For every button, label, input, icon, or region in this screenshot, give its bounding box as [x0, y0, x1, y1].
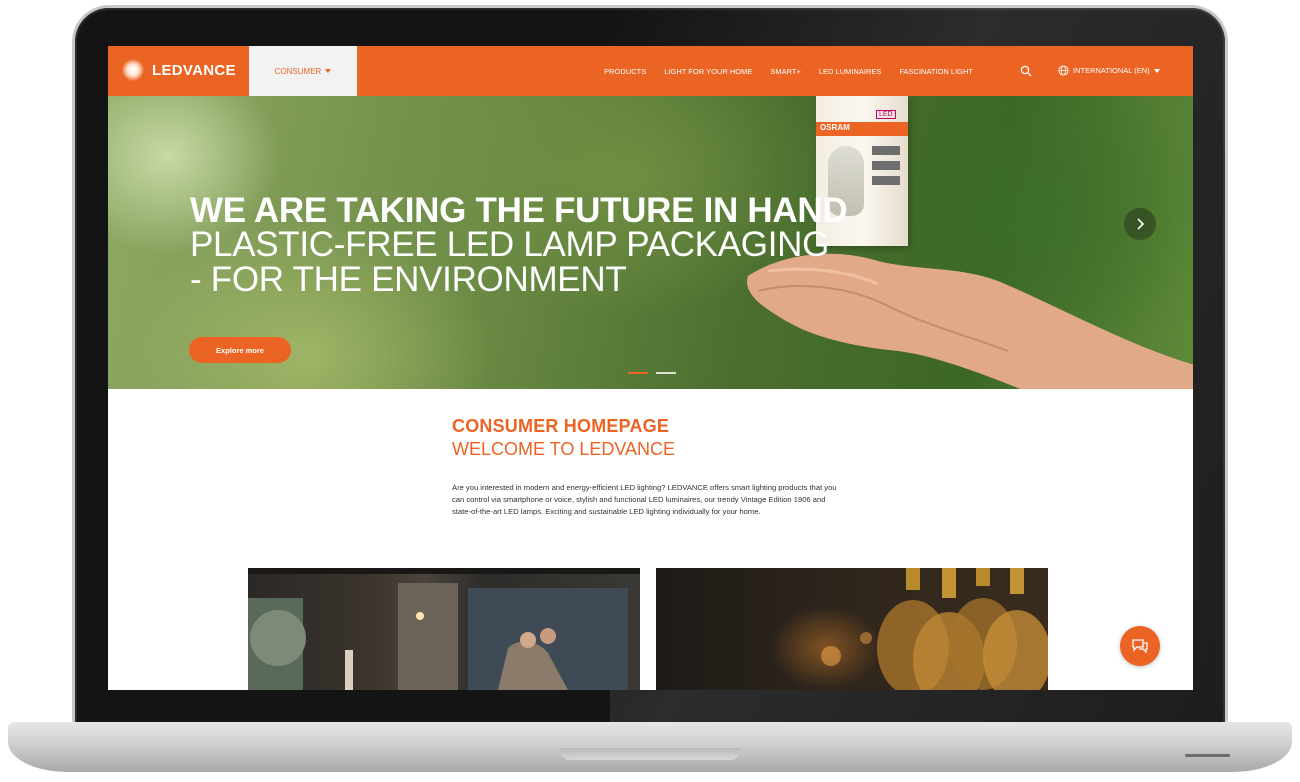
chevron-down-icon	[1153, 68, 1160, 73]
hero-slider: LED OSRAM WE ARE TAKING THE FUTURE IN HA…	[108, 96, 1193, 389]
globe-icon	[1058, 65, 1069, 76]
hero-headline: WE ARE TAKING THE FUTURE IN HAND PLASTIC…	[190, 191, 848, 299]
hero-title-line2: PLASTIC-FREE LED LAMP PACKAGING	[190, 225, 830, 265]
nav-link-products[interactable]: PRODUCTS	[604, 67, 646, 76]
hero-title-line1: WE ARE TAKING THE FUTURE IN HAND	[190, 191, 848, 230]
chevron-down-icon	[325, 69, 332, 73]
laptop-notch	[560, 748, 740, 760]
nav-link-light-for-your-home[interactable]: LIGHT FOR YOUR HOME	[664, 67, 752, 76]
laptop-base	[8, 722, 1292, 772]
logo-mark-icon	[122, 59, 144, 81]
package-spec-labels	[872, 146, 900, 185]
intro-section: CONSUMER HOMEPAGE WELCOME TO LEDVANCE Ar…	[452, 416, 842, 518]
language-selector[interactable]: INTERNATIONAL (EN)	[1058, 65, 1160, 76]
intro-paragraph: Are you interested in modern and energy-…	[452, 483, 837, 516]
chat-icon	[1132, 639, 1148, 654]
package-led-badge: LED	[876, 110, 896, 119]
top-navigation: LEDVANCE CONSUMER PRODUCTS LIGHT FOR YOU…	[108, 46, 1193, 96]
living-room-image	[248, 568, 640, 690]
nav-link-smart-plus[interactable]: SMART+	[770, 67, 801, 76]
page-subtitle: WELCOME TO LEDVANCE	[452, 439, 676, 459]
slider-next-button[interactable]	[1124, 208, 1156, 240]
browser-screen: LEDVANCE CONSUMER PRODUCTS LIGHT FOR YOU…	[108, 46, 1193, 690]
spec-label	[872, 146, 900, 155]
chat-button[interactable]	[1120, 626, 1160, 666]
search-icon[interactable]	[1020, 65, 1032, 77]
spec-label	[872, 176, 900, 185]
explore-more-button[interactable]: Explore more	[189, 337, 291, 363]
slide-indicator-2[interactable]	[656, 372, 676, 374]
package-brand: OSRAM	[820, 123, 850, 132]
teaser-tile-living-room[interactable]	[248, 568, 640, 690]
chevron-right-icon	[1137, 218, 1145, 230]
nav-link-led-luminaires[interactable]: LED LUMINAIRES	[819, 67, 882, 76]
laptop-indicator	[1185, 754, 1230, 757]
ledvance-logo[interactable]: LEDVANCE	[122, 59, 236, 81]
logo-text: LEDVANCE	[152, 61, 236, 79]
consumer-dropdown[interactable]: CONSUMER	[249, 46, 357, 96]
consumer-label: CONSUMER	[274, 66, 322, 76]
hero-title-line3: - FOR THE ENVIRONMENT	[190, 259, 627, 299]
language-label: INTERNATIONAL (EN)	[1073, 66, 1150, 75]
page-title: CONSUMER HOMEPAGE	[452, 416, 670, 436]
vintage-bulbs-image	[821, 568, 1048, 690]
slide-indicator-1[interactable]	[628, 372, 648, 374]
nav-link-fascination-light[interactable]: FASCINATION LIGHT	[899, 67, 973, 76]
spec-label	[872, 161, 900, 170]
slider-pagination	[628, 372, 676, 374]
main-menu: PRODUCTS LIGHT FOR YOUR HOME SMART+ LED …	[604, 46, 973, 96]
teaser-tile-vintage-bulbs[interactable]	[656, 568, 1048, 690]
